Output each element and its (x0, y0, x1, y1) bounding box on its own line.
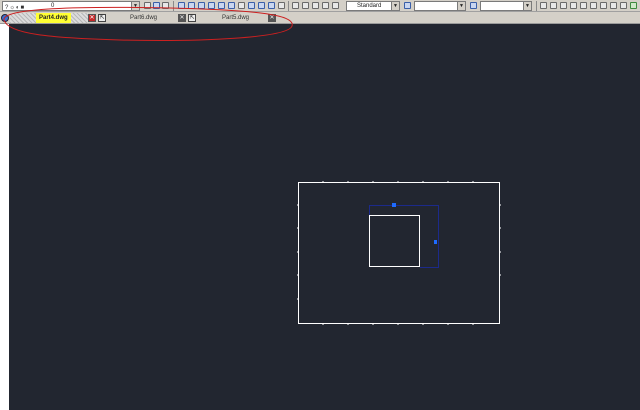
text-style-value: Standard (357, 3, 382, 9)
text-icon[interactable] (332, 2, 339, 9)
ellipse-icon[interactable] (620, 2, 627, 9)
close-icon[interactable]: ✕ (268, 14, 276, 22)
circle-icon[interactable] (600, 2, 607, 9)
drawing-tabs-bar: Part4.dwg ✕ ⇱ Part6.dwg ✕ ⇱ Part5.dwg ✕ (0, 12, 640, 24)
tab-part5[interactable]: Part5.dwg (222, 13, 249, 23)
zoom-icon[interactable] (188, 2, 195, 9)
sheet-set-icon[interactable] (258, 2, 265, 9)
toolbar-separator (288, 1, 289, 11)
layer-state-icons: ?☼◐■ (5, 5, 26, 11)
tool-palettes-icon[interactable] (248, 2, 255, 9)
pan-icon[interactable] (178, 2, 185, 9)
table-style-dropdown[interactable]: ▼ (480, 1, 532, 11)
globe-icon[interactable] (1, 14, 9, 22)
layer-value: 0 (51, 3, 55, 9)
arc-icon[interactable] (590, 2, 597, 9)
plot-icon[interactable] (162, 2, 169, 9)
dimension-style-dropdown[interactable]: ▼ (414, 1, 466, 11)
polyline-icon[interactable] (560, 2, 567, 9)
calculator-icon[interactable] (278, 2, 285, 9)
zoom-previous-icon[interactable] (208, 2, 215, 9)
zoom-window-icon[interactable] (198, 2, 205, 9)
tab-part6[interactable]: Part6.dwg (130, 13, 157, 23)
undo-icon[interactable] (292, 2, 299, 9)
chevron-down-icon[interactable]: ▼ (457, 2, 465, 10)
layer-dropdown[interactable]: ?☼◐■ 0 ▼ (2, 1, 140, 11)
dimension-style-icon[interactable] (404, 2, 411, 9)
block-editor-icon[interactable] (322, 2, 329, 9)
save-icon[interactable] (144, 2, 151, 9)
design-center-icon[interactable] (238, 2, 245, 9)
standard-toolbar: ?☼◐■ 0 ▼ Standard ▼ ▼ ▼ (0, 0, 640, 12)
hatch-icon[interactable] (630, 2, 637, 9)
toolbar-separator (173, 1, 174, 11)
window-edge (0, 24, 9, 410)
zoom-extents-icon[interactable] (218, 2, 225, 9)
chevron-down-icon[interactable]: ▼ (391, 2, 399, 10)
close-icon[interactable]: ✕ (88, 14, 96, 22)
construction-line-icon[interactable] (550, 2, 557, 9)
line-icon[interactable] (540, 2, 547, 9)
close-icon[interactable]: ✕ (178, 14, 186, 22)
properties-icon[interactable] (228, 2, 235, 9)
redo-icon[interactable] (302, 2, 309, 9)
restore-icon[interactable]: ⇱ (98, 14, 106, 22)
spline-icon[interactable] (610, 2, 617, 9)
print-icon[interactable] (153, 2, 160, 9)
chevron-down-icon[interactable]: ▼ (523, 2, 531, 10)
text-style-dropdown[interactable]: Standard ▼ (346, 1, 400, 11)
tab-part4[interactable]: Part4.dwg (36, 13, 71, 23)
toolbar-separator (536, 1, 537, 11)
match-properties-icon[interactable] (312, 2, 319, 9)
markup-icon[interactable] (268, 2, 275, 9)
drawing-canvas[interactable] (9, 24, 640, 410)
polygon-icon[interactable] (570, 2, 577, 9)
restore-icon[interactable]: ⇱ (188, 14, 196, 22)
chevron-down-icon[interactable]: ▼ (131, 2, 139, 10)
table-style-icon[interactable] (470, 2, 477, 9)
rectangle-icon[interactable] (580, 2, 587, 9)
